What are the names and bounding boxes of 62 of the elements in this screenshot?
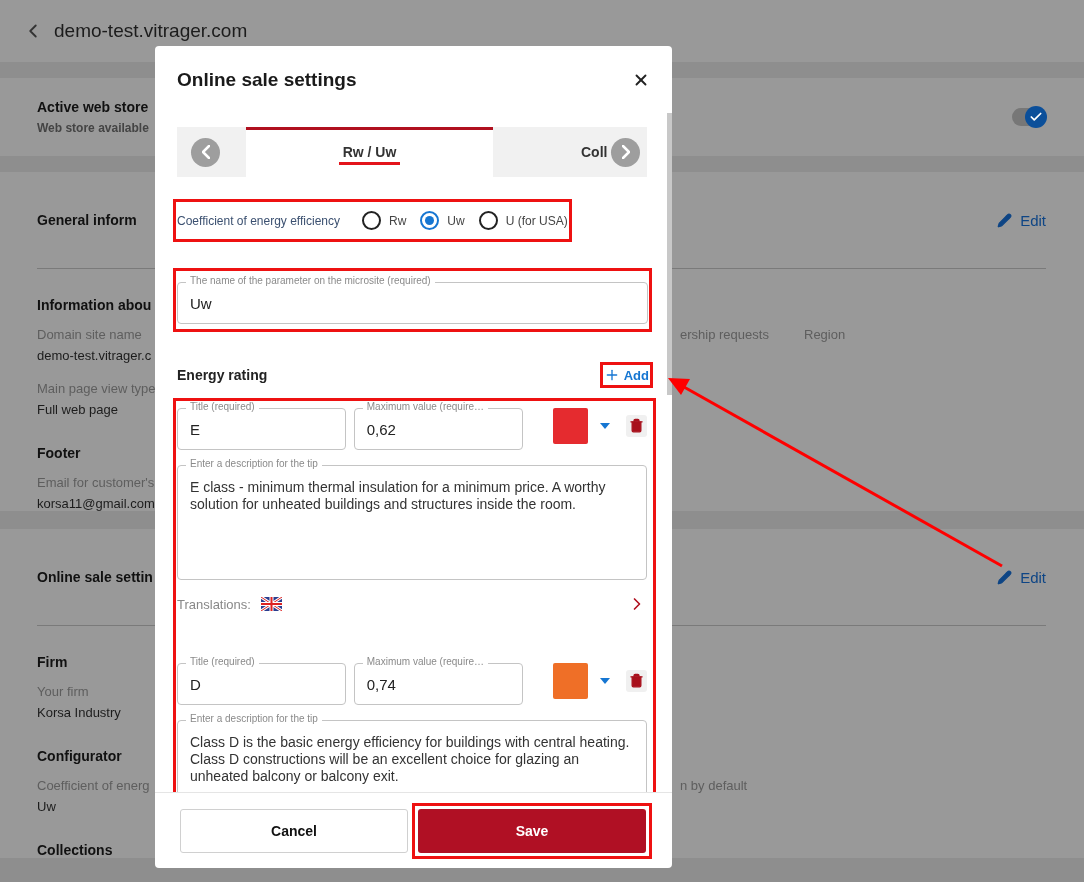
field-label: ership requests [680, 327, 769, 342]
field-label: Maximum value (require… [362, 656, 489, 668]
toggle-switch[interactable] [1012, 108, 1046, 126]
previous-button[interactable] [191, 137, 220, 167]
text-field[interactable]: Maximum value (require… 0,74 [353, 656, 523, 705]
text-field[interactable]: Title (required) D [177, 656, 346, 705]
field-label: Enter a description for the tip [186, 713, 322, 725]
radio-option[interactable]: Rw [362, 211, 407, 230]
color-swatch[interactable] [552, 662, 588, 699]
field-label: Enter a description for the tip [186, 458, 322, 470]
save-button[interactable]: Save [418, 808, 646, 853]
translations-label: Translations: [177, 596, 251, 612]
field-label: Region [804, 327, 846, 342]
text-field[interactable]: Title (required) E [177, 401, 346, 450]
cancel-button[interactable]: Cancel [180, 808, 408, 853]
check-icon [1029, 110, 1043, 124]
text-area[interactable]: Enter a description for the tip E class - minimum thermal insulation for a minimum price. A worthy solution for unheated buildings and structures inside the room. [177, 458, 647, 580]
field-value: Full web page [37, 402, 118, 417]
tab[interactable]: Rw / Uw [246, 127, 493, 177]
page-title: demo-test.vitrager.com [54, 20, 248, 42]
field-label: Email for customer's [37, 475, 155, 490]
pencil-icon [997, 569, 1013, 585]
radio-option[interactable]: Uw [420, 211, 465, 230]
card-title: Online sale settin [37, 569, 153, 585]
delete-button[interactable] [625, 669, 647, 692]
text-field[interactable]: The name of the parameter on the microsite (required) Uw [177, 275, 648, 324]
field-label: Coefficient of energ [37, 778, 150, 793]
radio-option[interactable]: U (for USA) [478, 211, 568, 230]
radio-group-label: Coefficient of energy efficiency [177, 213, 340, 228]
field-label: Title (required) [186, 656, 259, 668]
caret-icon[interactable] [599, 677, 610, 684]
uk-flag-icon [260, 597, 282, 611]
section-title: Firm [37, 654, 68, 670]
color-swatch[interactable] [552, 407, 588, 444]
field-label: The name of the parameter on the microsite (required) [186, 275, 435, 287]
card-title: General inform [37, 212, 137, 228]
add-button[interactable]: Add [603, 367, 649, 383]
section-title: Energy rating [177, 367, 268, 383]
field-label: Title (required) [186, 401, 259, 413]
dialog-title: Online sale settings [177, 68, 357, 91]
field-value: demo-test.vitrager.c [37, 348, 152, 363]
field-label: n by default [680, 778, 748, 793]
field-label: Main page view type [37, 381, 156, 396]
text-field[interactable]: Maximum value (require… 0,62 [353, 401, 523, 450]
field-value: korsa11@gmail.com [37, 496, 155, 511]
setting-title: Active web store [37, 99, 149, 115]
field-label: Maximum value (require… [362, 401, 489, 413]
field-value: Uw [37, 799, 56, 814]
field-value: Korsa Industry [37, 705, 121, 720]
setting-subtitle: Web store available [37, 121, 149, 135]
delete-button[interactable] [625, 414, 647, 437]
field-label: Your firm [37, 684, 89, 699]
pencil-icon [997, 212, 1013, 228]
section-title: Configurator [37, 748, 122, 764]
chevron-left-icon [201, 145, 210, 159]
next-button[interactable] [611, 137, 641, 167]
section-title: Collections [37, 842, 113, 858]
section-title: Information abou [37, 297, 152, 313]
section-title: Footer [37, 445, 81, 461]
field-label: Domain site name [37, 327, 142, 342]
chevron-right-icon [621, 145, 630, 159]
caret-icon[interactable] [599, 422, 610, 429]
